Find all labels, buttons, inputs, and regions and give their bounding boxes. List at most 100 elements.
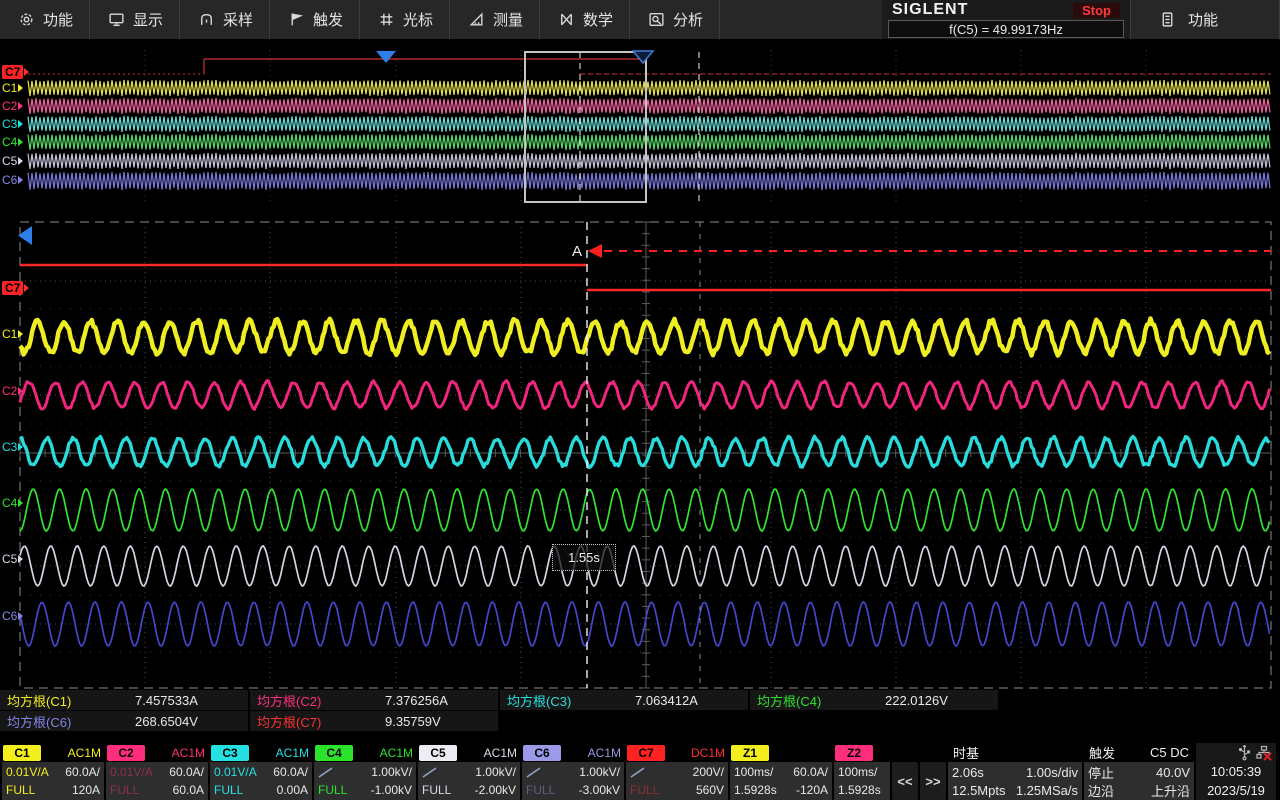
channel-coupling: AC1M: [172, 746, 205, 760]
menu-label: 显示: [133, 9, 163, 30]
measure-icon: [468, 11, 485, 28]
measurement-cell[interactable]: 均方根(C7)9.35759V: [250, 711, 498, 731]
channel-pointer-icon: [24, 284, 29, 292]
channel-label-C5[interactable]: C5: [2, 154, 23, 168]
channel-badge[interactable]: C6: [523, 745, 561, 761]
channel-label-C3[interactable]: C3: [2, 440, 23, 454]
zoom-status-Z2[interactable]: Z2100ms/1.5928s: [834, 743, 890, 800]
menu-item-analysis[interactable]: 分析: [630, 0, 720, 39]
channel-pointer-icon: [18, 330, 23, 338]
cursors-icon: [378, 11, 395, 28]
menu-bar: 功能 显示采样 触发 光标测量数学 分析 SIGLENT Stop f(C5) = 49…: [0, 0, 1280, 42]
delay-position-icon: [633, 51, 653, 63]
channel-label-C5[interactable]: C5: [2, 552, 23, 566]
measurement-label: 均方根(C2): [257, 691, 321, 710]
channel-status-C3[interactable]: C3AC1M0.01V/A60.0A/FULL0.00A: [210, 743, 312, 800]
channel-status-C6[interactable]: C6AC1M1.00kV/FULL-3.00kV: [522, 743, 624, 800]
channel-status-C7[interactable]: C7DC1M200V/FULL560V: [626, 743, 728, 800]
zoom-badge[interactable]: Z2: [835, 745, 873, 761]
display-icon: [108, 11, 125, 28]
gear-icon: [18, 11, 35, 28]
channel-status-C2[interactable]: C2AC1M0.01V/A60.0A/FULL60.0A: [106, 743, 208, 800]
channel-status-C4[interactable]: C4AC1M1.00kV/FULL-1.00kV: [314, 743, 416, 800]
channel-coupling: AC1M: [588, 746, 621, 760]
clock-time: 10:05:39: [1200, 762, 1272, 781]
trace-C3: [20, 436, 1270, 467]
clock-panel: 10:05:392023/5/19: [1196, 743, 1276, 800]
menu-item-math[interactable]: 数学: [540, 0, 630, 39]
waveform-main-grid[interactable]: A C7 C1 C2 C3 C4 C5 C6 1.55s: [0, 220, 1280, 692]
channel-label-C1[interactable]: C1: [2, 327, 23, 341]
channel-badge[interactable]: C3: [211, 745, 249, 761]
oscilloscope-screen: 功能 显示采样 触发 光标测量数学 分析 SIGLENT Stop f(C5) = 49…: [0, 0, 1280, 800]
overview-trace-C4: [28, 134, 1270, 150]
channel-label-C7[interactable]: C7: [2, 65, 29, 79]
channel-pointer-icon: [18, 138, 23, 146]
channel-badge[interactable]: C4: [315, 745, 353, 761]
channel-pointer-icon: [18, 612, 23, 620]
measurement-cell[interactable]: 均方根(C4)222.0126V: [750, 690, 998, 710]
channel-pointer-icon: [18, 387, 23, 395]
history-back-button[interactable]: <<: [892, 762, 918, 800]
flag-icon: [288, 11, 305, 28]
channel-pointer-icon: [24, 68, 29, 76]
channel-badge[interactable]: C7: [627, 745, 665, 761]
history-forward-button[interactable]: >>: [920, 762, 946, 800]
menu-item-cursors[interactable]: 光标: [360, 0, 450, 39]
cursor-delta-label[interactable]: 1.55s: [552, 544, 616, 571]
menu-label: 光标: [403, 9, 433, 30]
channel-label-C2[interactable]: C2: [2, 99, 23, 113]
channel-badge[interactable]: C5: [419, 745, 457, 761]
acquisition-status-badge[interactable]: Stop: [1073, 3, 1120, 18]
menu-item-trigger[interactable]: 触发: [270, 0, 360, 39]
zoom-badge[interactable]: Z1: [731, 745, 769, 761]
channel-pointer-icon: [18, 176, 23, 184]
overview-trace-C5: [28, 153, 1270, 169]
menu-label: 功能: [43, 9, 73, 30]
zoom-status-Z1[interactable]: Z1100ms/60.0A/1.5928s-120A: [730, 743, 832, 800]
waveform-overview-strip[interactable]: C7 C1 C2 C3 C4 C5 C6: [0, 46, 1280, 208]
measurement-value: 7.376256A: [385, 693, 448, 708]
trace-C6: [20, 602, 1270, 647]
channel-badge[interactable]: C1: [3, 745, 41, 761]
channel-label-C6[interactable]: C6: [2, 173, 23, 187]
usb-icon: [1238, 745, 1251, 761]
logo-block: SIGLENT Stop f(C5) = 49.99173Hz: [882, 0, 1130, 39]
measurement-cell[interactable]: 均方根(C6)268.6504V: [0, 711, 248, 731]
measurement-label: 均方根(C1): [7, 691, 71, 710]
menu-label: 触发: [313, 9, 343, 30]
acquire-icon: [198, 11, 215, 28]
channel-label-C4[interactable]: C4: [2, 135, 23, 149]
measurement-cell[interactable]: 均方根(C2) 7.376256A: [250, 690, 498, 710]
channel-label-C1[interactable]: C1: [2, 81, 23, 95]
channel-badge[interactable]: C2: [107, 745, 145, 761]
menu-item-function-right[interactable]: 功能: [1130, 0, 1280, 39]
menu-item-function[interactable]: 功能: [0, 0, 90, 39]
measurement-cell[interactable]: 均方根(C3)7.063412A: [500, 690, 748, 710]
menu-item-display[interactable]: 显示: [90, 0, 180, 39]
channel-label-C7[interactable]: C7: [2, 281, 29, 295]
channel-status-C5[interactable]: C5AC1M1.00kV/FULL-2.00kV: [418, 743, 520, 800]
measurement-label: 均方根(C4): [757, 691, 821, 710]
status-bar: C1AC1M0.01V/A60.0A/FULL120AC2AC1M0.01V/A…: [0, 740, 1280, 800]
menu-item-measure[interactable]: 测量: [450, 0, 540, 39]
list-icon: [1159, 11, 1176, 28]
lan-disconnected-icon: [1256, 745, 1272, 761]
channel-label-C3[interactable]: C3: [2, 117, 23, 131]
channel-label-C2[interactable]: C2: [2, 384, 23, 398]
channel-label-C6[interactable]: C6: [2, 609, 23, 623]
clock-date: 2023/5/19: [1200, 781, 1272, 800]
overview-trace-C2: [28, 98, 1270, 114]
menu-label: 分析: [673, 9, 703, 30]
math-icon: [558, 11, 575, 28]
measurement-value: 9.35759V: [385, 714, 441, 729]
analysis-icon: [648, 11, 665, 28]
trigger-panel[interactable]: 触发C5 DC停止40.0V边沿上升沿: [1084, 743, 1194, 800]
menu-item-acquire[interactable]: 采样: [180, 0, 270, 39]
measurement-cell[interactable]: 均方根(C1)7.457533A: [0, 690, 248, 710]
timebase-panel[interactable]: 时基2.06s1.00s/div12.5Mpts1.25MSa/s: [948, 743, 1082, 800]
main-plot: A: [0, 220, 1280, 692]
channel-status-C1[interactable]: C1AC1M0.01V/A60.0A/FULL120A: [2, 743, 104, 800]
overview-trace-C1: [28, 80, 1270, 96]
channel-label-C4[interactable]: C4: [2, 496, 23, 510]
